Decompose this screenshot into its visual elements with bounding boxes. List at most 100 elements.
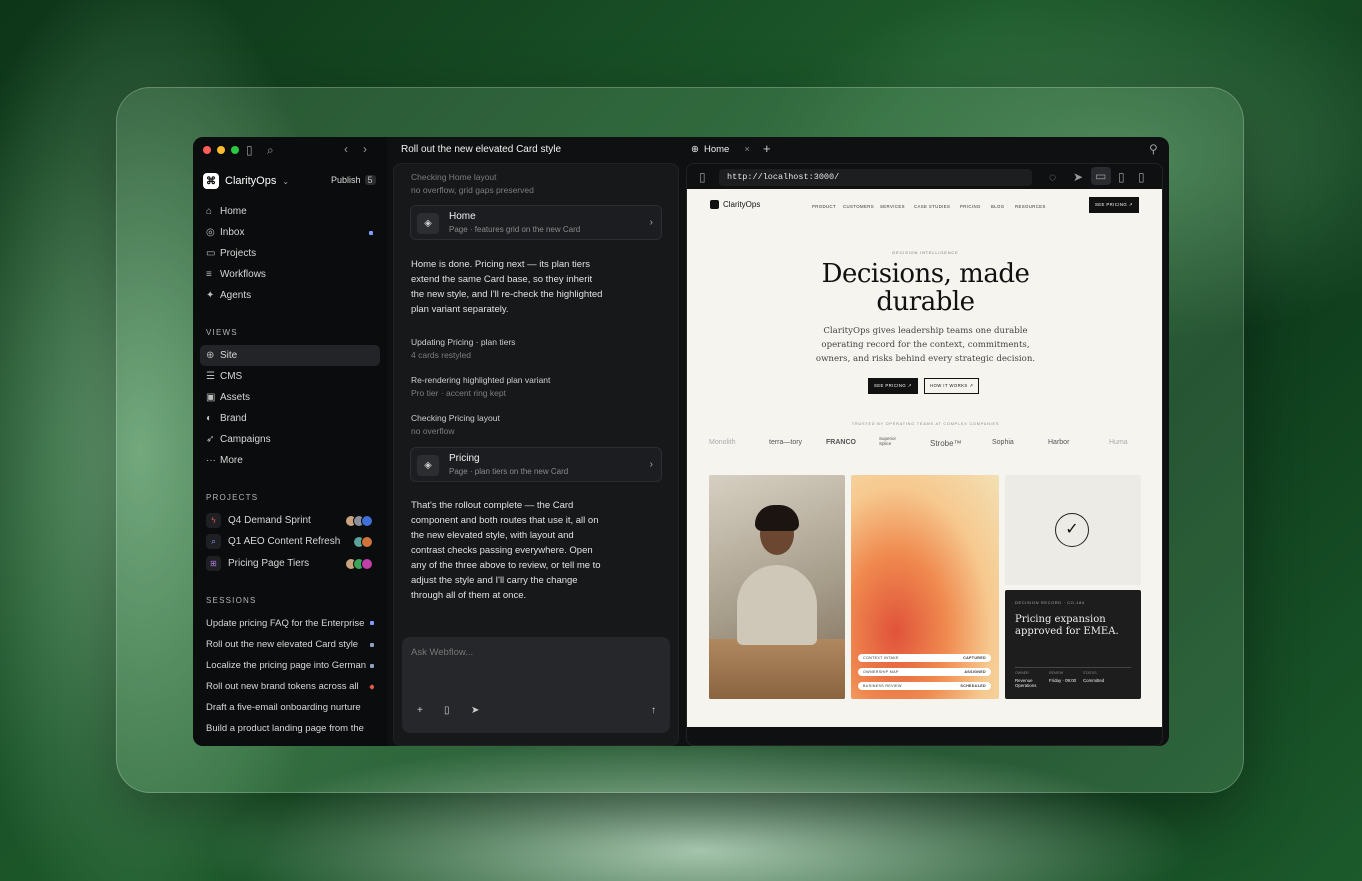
card-title: Pricing (449, 453, 480, 464)
publish-button[interactable]: Publish 5 (331, 175, 376, 185)
step-sub: no overflow, grid gaps preserved (411, 185, 534, 195)
view-brand[interactable]: ◐ Brand (200, 408, 380, 429)
pin-icon[interactable]: ⚲ (1149, 143, 1158, 155)
browser-tab-home[interactable]: ⊕ Home × (691, 144, 750, 155)
session-item[interactable]: Draft a five-email onboarding nurture (206, 702, 374, 713)
session-item[interactable]: Build a product landing page from the (206, 723, 374, 734)
session-item[interactable]: Localize the pricing page into German (206, 660, 374, 671)
composer-input[interactable]: Ask Webflow... (411, 647, 473, 658)
session-item[interactable]: Update pricing FAQ for the Enterprise (206, 618, 374, 629)
folder-icon: ▭ (206, 248, 216, 259)
desktop-icon[interactable]: ▭ (1091, 167, 1111, 185)
nav-label: Projects (220, 248, 257, 259)
pill-key: BUSINESS REVIEW (863, 684, 902, 688)
session-label: Roll out new brand tokens across all (206, 681, 359, 692)
session-label: Draft a five-email onboarding nurture (206, 702, 361, 713)
page-card-home[interactable]: ◈ Home Page · features grid on the new Car… (410, 205, 662, 240)
workspace-name: ClarityOps (225, 175, 277, 187)
record-col-head: REVIEW (1049, 671, 1064, 675)
site-nav-services[interactable]: SERVICES (880, 204, 905, 209)
project-q1-aeo[interactable]: ⌕ Q1 AEO Content Refresh (200, 531, 380, 552)
grid-icon: ⊞ (206, 556, 221, 571)
step-check-pricing: Checking Pricing layout no overflow (411, 412, 500, 438)
search-icon[interactable]: ⌕ (267, 144, 274, 156)
nav-projects[interactable]: ▭ Projects (200, 243, 380, 264)
logo-huma: Huma (1109, 439, 1128, 446)
workspace-switcher[interactable]: ⌘ ClarityOps ⌄ (203, 173, 289, 189)
zoom-window-button[interactable] (231, 146, 239, 154)
hero-cta-pricing[interactable]: SEE PRICING ↗ (868, 378, 918, 394)
project-label: Q1 AEO Content Refresh (228, 536, 341, 547)
minimize-window-button[interactable] (217, 146, 225, 154)
close-window-button[interactable] (203, 146, 211, 154)
project-q4-demand-sprint[interactable]: ϟ Q4 Demand Sprint (200, 510, 380, 531)
sidebar-toggle-icon[interactable]: ▯ (246, 144, 253, 156)
comment-icon[interactable]: ◌ (1049, 171, 1056, 183)
gradient-tile: CONTEXT INTAKE CAPTURED OWNERSHIP MAP ASSI… (851, 475, 999, 699)
status-dot (370, 664, 374, 668)
view-label: More (220, 455, 243, 466)
view-label: Site (220, 350, 238, 361)
add-icon[interactable]: + (417, 705, 423, 716)
session-item[interactable]: Roll out the new elevated Card style (206, 639, 374, 650)
hero-cta-how[interactable]: HOW IT WORKS ↗ (924, 378, 980, 394)
record-divider (1015, 667, 1131, 668)
portrait-photo (709, 475, 845, 699)
logo-sophia: Sophia (992, 439, 1014, 446)
url-bar[interactable]: http://localhost:3000/ (719, 169, 1032, 186)
view-site[interactable]: ⊕ Site (200, 345, 380, 366)
site-nav-cta[interactable]: SEE PRICING ↗ (1089, 197, 1139, 213)
site-nav-case-studies[interactable]: CASE STUDIES (914, 204, 950, 209)
record-col-value: Revenue Operations (1015, 678, 1037, 688)
nav-home[interactable]: ⌂ Home (200, 201, 380, 222)
image-icon: ▣ (206, 392, 216, 403)
nav-workflows[interactable]: ≡ Workflows (200, 264, 380, 285)
session-label: Roll out the new elevated Card style (206, 639, 359, 650)
new-tab-icon[interactable]: + (763, 142, 771, 155)
cursor-icon[interactable]: ➤ (1073, 171, 1083, 183)
record-col-value: Friday · 09:00 (1049, 678, 1077, 683)
record-col-head: OWNER (1015, 671, 1029, 675)
more-icon: ··· (206, 455, 216, 466)
mobile-icon[interactable]: ▯ (1138, 171, 1145, 183)
site-nav-resources[interactable]: RESOURCES (1015, 204, 1046, 209)
site-nav-product[interactable]: PRODUCT (812, 204, 836, 209)
logo-strobe: Strobe™ (930, 439, 962, 448)
session-label: Build a product landing page from the (206, 723, 364, 734)
status-dot (370, 621, 374, 625)
file-icon[interactable]: ▯ (444, 705, 450, 716)
pill-key: OWNERSHIP MAP (863, 670, 899, 674)
forward-icon[interactable]: › (363, 143, 367, 155)
record-col-value: Committed (1083, 678, 1105, 683)
view-campaigns[interactable]: ➶ Campaigns (200, 429, 380, 450)
send-icon[interactable]: ↑ (651, 705, 656, 716)
record-eyebrow: DECISION RECORD · CO-184 (1015, 600, 1085, 605)
globe-icon: ⊕ (206, 350, 215, 361)
sessions-heading: SESSIONS (206, 596, 257, 605)
sidebar-toggle-icon[interactable]: ▯ (699, 171, 706, 183)
nav-agents[interactable]: ✦ Agents (200, 285, 380, 306)
close-tab-icon[interactable]: × (744, 144, 750, 155)
tablet-icon[interactable]: ▯ (1118, 171, 1125, 183)
logo-superior-splice: Superior Splice (879, 436, 897, 446)
back-icon[interactable]: ‹ (344, 143, 348, 155)
publish-count: 5 (364, 175, 376, 185)
site-nav-customers[interactable]: CUSTOMERS (843, 204, 874, 209)
view-label: Assets (220, 392, 251, 403)
project-pricing-page-tiers[interactable]: ⊞ Pricing Page Tiers (200, 553, 380, 574)
nav-inbox[interactable]: ◎ Inbox (200, 222, 380, 243)
workflows-icon: ≡ (206, 269, 212, 280)
site-nav-pricing[interactable]: PRICING (960, 204, 981, 209)
site-brand-label: ClarityOps (723, 200, 761, 209)
composer[interactable]: Ask Webflow... + ▯ ➤ ↑ (402, 637, 670, 733)
search-icon: ⌕ (206, 534, 221, 549)
view-cms[interactable]: ☰ CMS (200, 366, 380, 387)
site-nav-blog[interactable]: BLOG (991, 204, 1005, 209)
cursor-icon[interactable]: ➤ (471, 705, 479, 716)
step-update-pricing: Updating Pricing · plan tiers 4 cards res… (411, 336, 515, 362)
view-more[interactable]: ··· More (200, 450, 380, 471)
page-card-pricing[interactable]: ◈ Pricing Page · plan tiers on the new Car… (410, 447, 662, 482)
session-item[interactable]: Roll out new brand tokens across all (206, 681, 374, 692)
site-brand[interactable]: ClarityOps (710, 200, 760, 209)
view-assets[interactable]: ▣ Assets (200, 387, 380, 408)
